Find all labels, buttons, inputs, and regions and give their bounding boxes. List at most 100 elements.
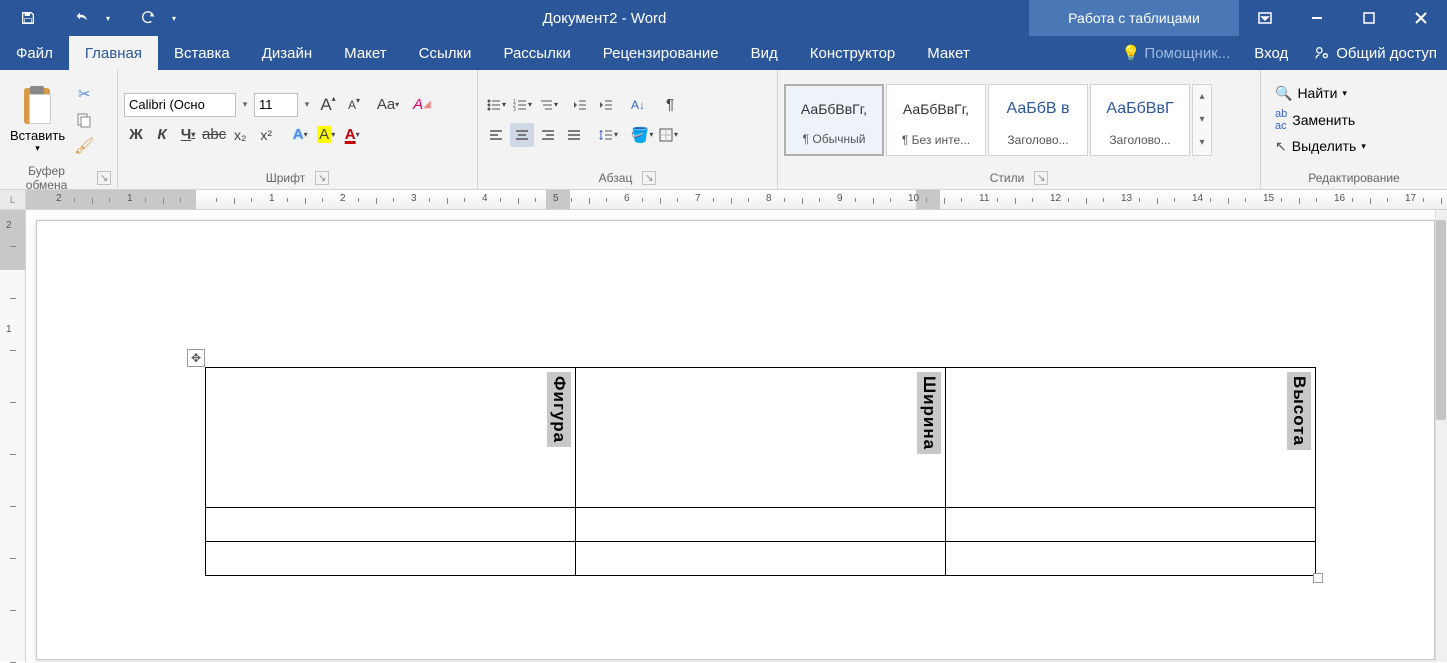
undo-button[interactable] (62, 0, 102, 36)
strikethrough-button[interactable]: abc (202, 123, 226, 147)
find-button[interactable]: 🔍 Найти ▾ (1271, 84, 1370, 103)
redo-button[interactable] (128, 0, 168, 36)
bullets-button[interactable]: ▾ (484, 93, 508, 117)
increase-indent-button[interactable] (594, 93, 618, 117)
page: ✥ ФигураШирина Высота (36, 220, 1435, 660)
text-effects-button[interactable]: A▾ (288, 123, 312, 147)
group-editing: 🔍 Найти ▾ abac Заменить ↖ Выделить ▾ Ред… (1261, 70, 1447, 189)
tab-table-layout[interactable]: Макет (911, 36, 985, 70)
show-marks-button[interactable]: ¶ (658, 93, 682, 117)
table-resize-handle[interactable] (1313, 573, 1323, 583)
ruler-tick: 16 (1334, 193, 1345, 204)
tab-home[interactable]: Главная (69, 36, 158, 70)
multilevel-list-button[interactable]: ▾ (536, 93, 560, 117)
highlight-button[interactable]: A▾ (314, 123, 338, 147)
minimize-button[interactable] (1291, 0, 1343, 36)
align-center-button[interactable] (510, 123, 534, 147)
decrease-indent-button[interactable] (568, 93, 592, 117)
font-dialog-launcher[interactable]: ↘ (315, 171, 329, 185)
table-header-cell[interactable]: Фигура (206, 368, 576, 508)
tab-mailings[interactable]: Рассылки (487, 36, 586, 70)
vertical-scrollbar[interactable] (1435, 210, 1447, 662)
italic-button[interactable]: К (150, 123, 174, 147)
cut-button[interactable]: ✂ (73, 83, 95, 105)
tab-layout[interactable]: Макет (328, 36, 402, 70)
borders-button[interactable]: ▾ (656, 123, 680, 147)
line-spacing-button[interactable]: ▾ (596, 123, 620, 147)
signin-button[interactable]: Вход (1238, 45, 1304, 62)
paragraph-dialog-launcher[interactable]: ↘ (642, 171, 656, 185)
style-item[interactable]: АаБбВ вЗаголово... (988, 84, 1088, 156)
font-name-dropdown[interactable]: ▾ (238, 99, 252, 110)
grow-font-button[interactable]: A▴ (316, 93, 340, 117)
styles-dialog-launcher[interactable]: ↘ (1034, 171, 1048, 185)
tell-me-search[interactable]: 💡 Помощник... (1114, 44, 1239, 62)
window-title: Документ2 - Word (180, 10, 1029, 27)
table-move-handle[interactable]: ✥ (187, 349, 205, 367)
share-button[interactable]: Общий доступ (1304, 45, 1447, 62)
table-cell[interactable] (576, 542, 946, 576)
superscript-button[interactable]: x² (254, 123, 278, 147)
paste-button[interactable]: Вставить ▾ (6, 84, 69, 156)
tab-insert[interactable]: Вставка (158, 36, 246, 70)
ruler-tick: 15 (1263, 193, 1274, 204)
tab-references[interactable]: Ссылки (403, 36, 488, 70)
font-color-button[interactable]: A▾ (340, 123, 364, 147)
tab-design[interactable]: Дизайн (246, 36, 328, 70)
document-table[interactable]: ФигураШирина Высота (205, 367, 1316, 576)
sort-button[interactable]: A↓ (626, 93, 650, 117)
clipboard-dialog-launcher[interactable]: ↘ (97, 171, 111, 185)
replace-label: Заменить (1292, 112, 1355, 128)
shading-button[interactable]: 🪣▾ (630, 123, 654, 147)
document-canvas[interactable]: ✥ ФигураШирина Высота (26, 210, 1447, 662)
table-cell[interactable] (576, 508, 946, 542)
numbering-button[interactable]: 123▾ (510, 93, 534, 117)
copy-button[interactable] (73, 109, 95, 131)
numbering-icon: 123 (512, 97, 528, 113)
styles-gallery-more[interactable]: ▴▾▾ (1192, 84, 1212, 156)
window-controls (1239, 0, 1447, 36)
qat-customize-dropdown[interactable]: ▾ (168, 14, 180, 23)
ruler-tick: 8 (766, 193, 772, 204)
style-item[interactable]: АаБбВвГг,¶ Обычный (784, 84, 884, 156)
justify-button[interactable] (562, 123, 586, 147)
table-cell[interactable] (946, 508, 1316, 542)
select-button[interactable]: ↖ Выделить ▾ (1271, 137, 1370, 156)
tab-table-design[interactable]: Конструктор (794, 36, 912, 70)
table-cell[interactable] (206, 542, 576, 576)
scrollbar-thumb[interactable] (1436, 220, 1446, 420)
font-size-dropdown[interactable]: ▾ (300, 99, 314, 110)
align-left-button[interactable] (484, 123, 508, 147)
table-header-cell[interactable]: Высота (946, 368, 1316, 508)
table-header-cell[interactable]: Ширина (576, 368, 946, 508)
style-item[interactable]: АаБбВвГЗаголово... (1090, 84, 1190, 156)
format-painter-button[interactable]: 🖌 (73, 135, 95, 157)
style-item[interactable]: АаБбВвГг,¶ Без инте... (886, 84, 986, 156)
tab-review[interactable]: Рецензирование (587, 36, 735, 70)
underline-button[interactable]: Ч▾ (176, 123, 200, 147)
save-button[interactable] (8, 0, 48, 36)
change-case-button[interactable]: Aa▾ (376, 93, 400, 117)
horizontal-ruler[interactable]: L 211234567891011121314151617 (0, 190, 1447, 210)
maximize-button[interactable] (1343, 0, 1395, 36)
font-size-combo[interactable]: 11 (254, 93, 298, 117)
align-right-button[interactable] (536, 123, 560, 147)
table-header-label: Высота (1287, 372, 1311, 450)
bold-button[interactable]: Ж (124, 123, 148, 147)
close-button[interactable] (1395, 0, 1447, 36)
shrink-font-button[interactable]: A▾ (342, 93, 366, 117)
table-cell[interactable] (206, 508, 576, 542)
vertical-ruler[interactable]: 21 (0, 210, 26, 662)
undo-dropdown[interactable]: ▾ (102, 14, 114, 23)
align-right-icon (540, 127, 556, 143)
replace-button[interactable]: abac Заменить (1271, 107, 1370, 133)
tab-file[interactable]: Файл (0, 36, 69, 70)
tab-view[interactable]: Вид (735, 36, 794, 70)
clear-formatting-button[interactable]: A◢ (410, 93, 434, 117)
align-left-icon (488, 127, 504, 143)
subscript-button[interactable]: x₂ (228, 123, 252, 147)
ribbon-display-options-button[interactable] (1239, 0, 1291, 36)
table-cell[interactable] (946, 542, 1316, 576)
style-preview: АаБбВвГг, (786, 86, 882, 132)
font-name-combo[interactable]: Calibri (Осно (124, 93, 236, 117)
